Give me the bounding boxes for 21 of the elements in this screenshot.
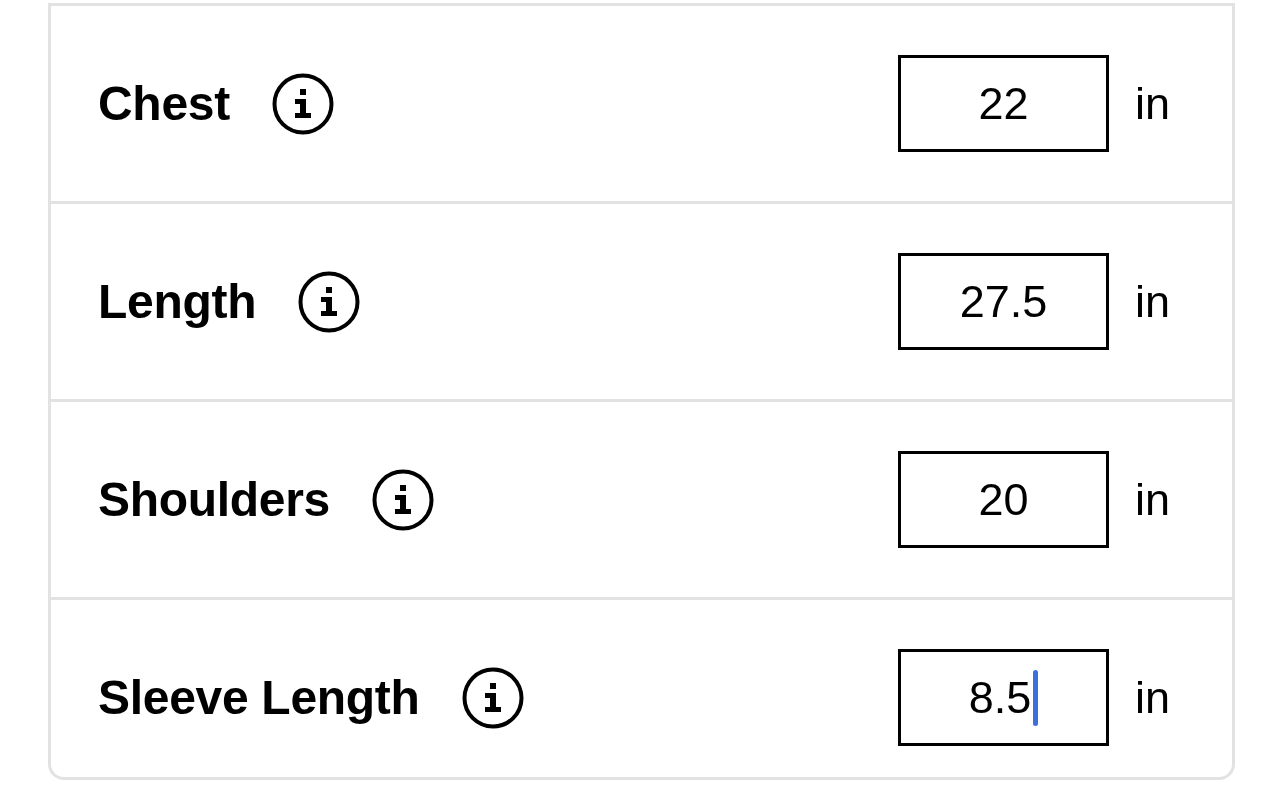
- input-field[interactable]: 22: [897, 55, 1109, 152]
- unit-label: in: [1134, 81, 1170, 126]
- measurement-label: Shoulders: [98, 475, 330, 524]
- input-field[interactable]: 8.5: [897, 649, 1109, 746]
- info-icon: [271, 72, 334, 135]
- measurement-label: Sleeve Length: [98, 673, 420, 722]
- text-cursor-icon: [1033, 669, 1039, 726]
- info-button[interactable]: [461, 666, 524, 729]
- info-icon: [461, 666, 524, 729]
- measurement-label: Length: [98, 277, 257, 326]
- unit-label: in: [1134, 279, 1170, 324]
- input-field[interactable]: 27.5: [897, 253, 1109, 350]
- unit-label: in: [1134, 675, 1170, 720]
- info-icon: [298, 270, 361, 333]
- unit-label: in: [1134, 477, 1170, 522]
- info-icon: [372, 468, 434, 531]
- info-button[interactable]: [271, 72, 334, 135]
- info-button[interactable]: [298, 270, 361, 333]
- info-button[interactable]: [372, 468, 434, 531]
- input-field[interactable]: 20: [897, 451, 1109, 548]
- measurement-label: Chest: [98, 79, 230, 128]
